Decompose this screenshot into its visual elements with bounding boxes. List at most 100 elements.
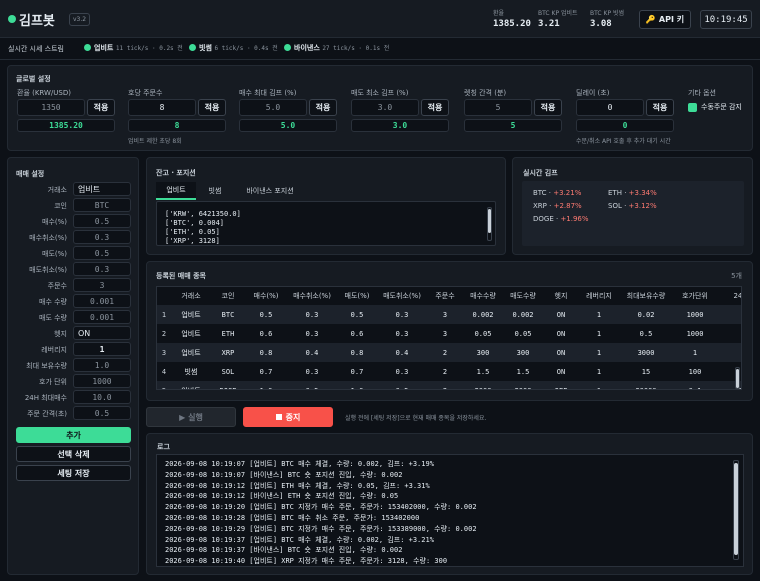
table-cell: 300 [503, 343, 543, 362]
table-row[interactable]: 3업비트XRP0.80.40.80.42300300ON130001300 [157, 343, 741, 362]
column-header[interactable]: 매수(%) [245, 287, 287, 305]
trade-field-input[interactable]: 0.3 [73, 262, 131, 276]
delete-selected-button[interactable]: 선택 삭제 [16, 446, 131, 462]
scroll-thumb[interactable] [734, 463, 738, 555]
start-button[interactable]: ▶ 실행 [146, 407, 236, 427]
stream-name: 빗썸 [199, 44, 212, 52]
table-cell: 0.6 [350, 329, 364, 338]
scroll-thumb[interactable] [488, 209, 491, 233]
column-header[interactable]: 최대보유수량 [619, 287, 673, 305]
sell-min-kimp-current: 3.0 [351, 119, 449, 132]
table-cell: 0.4 [377, 343, 427, 362]
top-header: 김프봇 v3.2 환율 1385.20 BTC KP 업비트 3.21 BTC … [0, 0, 760, 38]
column-header[interactable]: 매수수량 [463, 287, 503, 305]
trade-field-input[interactable]: 0.3 [73, 230, 131, 244]
apply-button[interactable]: 적용 [534, 99, 562, 116]
apply-button[interactable]: 적용 [87, 99, 115, 116]
trade-field-input[interactable]: 1.0 [73, 358, 131, 372]
table-row[interactable]: 4빗썸SOL0.70.30.70.321.51.5ON11510015 [157, 362, 741, 381]
column-header[interactable] [157, 287, 171, 305]
log-text-area[interactable]: 2026-09-08 10:19:07 [업비트] BTC 매수 체결, 수량:… [156, 454, 744, 567]
column-header[interactable]: 매도수량 [503, 287, 543, 305]
apply-button[interactable]: 적용 [646, 99, 674, 116]
table-cell: 0.3 [395, 367, 409, 376]
version-badge: v3.2 [69, 13, 91, 26]
trade-field-input[interactable]: 0.5 [73, 214, 131, 228]
save-settings-button[interactable]: 세팅 저장 [16, 465, 131, 481]
balance-text-area[interactable]: ['KRW', 6421350.0] ['BTC', 0.004] ['ETH', … [156, 201, 496, 246]
trade-field-input[interactable]: 0.5 [73, 406, 131, 420]
column-header[interactable]: 매도취소(%) [377, 287, 427, 305]
trade-field-label: 헷지 [54, 330, 67, 338]
apply-button[interactable]: 적용 [198, 99, 226, 116]
table-row[interactable]: 5업비트DOGE1.00.51.00.5220002000OFF1200000.… [157, 381, 741, 389]
buy-max-kimp-input[interactable]: 5.0 [239, 99, 307, 116]
orders-scrollbar[interactable] [735, 367, 740, 389]
table-row[interactable]: 2 업비트 ETH 0.6 0.3 0.6 0.3 3 0.05 0.05 ON 1 0.5 1000 0. [157, 324, 741, 343]
stop-button[interactable]: 중지 [243, 407, 333, 427]
table-cell: ON [556, 367, 566, 376]
tab-bithumb[interactable]: 빗썸 [200, 182, 230, 200]
trade-field-input[interactable]: 1000 [73, 374, 131, 388]
trade-field-label: 매수 수량 [39, 298, 67, 306]
app-title: 김프봇 [19, 14, 55, 29]
table-cell: 1 [673, 343, 717, 362]
header-stat-rate: 환율 1385.20 [493, 8, 531, 29]
tab-upbit[interactable]: 업비트 [156, 182, 196, 200]
log-scrollbar[interactable] [733, 460, 739, 560]
table-cell: 0.002 [463, 305, 503, 324]
trade-field-label: 주문수 [47, 282, 67, 290]
table-cell: 20000 [619, 381, 673, 389]
field-label: 매수 최대 김프 (%) [239, 89, 297, 97]
column-header[interactable]: 헷지 [543, 287, 579, 305]
add-button[interactable]: 추가 [16, 427, 131, 443]
key-icon: 🔑 [645, 15, 656, 24]
balance-scrollbar[interactable] [487, 207, 492, 241]
panel-title: 등록된 매매 종목 [156, 272, 206, 280]
api-key-button[interactable]: 🔑 API 키 [639, 10, 691, 29]
column-header[interactable]: 레버리지 [579, 287, 619, 305]
trade-field-label: 매도취소(%) [29, 266, 67, 274]
fetch-interval-input[interactable]: 5 [464, 99, 532, 116]
column-header[interactable]: 주문수 [427, 287, 463, 305]
table-cell: OFF [543, 381, 579, 389]
trade-field-input[interactable]: 0.5 [73, 246, 131, 260]
manual-order-checkbox[interactable]: 수동주문 감지 [688, 102, 742, 112]
trade-field-label: 호가 단위 [39, 378, 67, 386]
field-note: 업비트 제한 초당 8회 [128, 138, 182, 145]
stream-upbit: 업비트 11 tick/s · 0.2s 전 [84, 43, 183, 53]
tab-binance-position[interactable]: 바이낸스 포지션 [234, 182, 306, 200]
table-row[interactable]: 1 업비트 BTC 0.5 0.3 0.5 0.3 3 0.002 0.002 ON 1 0.02 100… [157, 305, 741, 324]
trade-field-input[interactable]: 10.0 [73, 390, 131, 404]
apply-button[interactable]: 적용 [421, 99, 449, 116]
header-stat-upbit-kp: BTC KP 업비트 3.21 [538, 8, 578, 29]
delay-input[interactable]: 0 [576, 99, 644, 116]
table-cell: 2000 [503, 381, 543, 389]
rate-input[interactable]: 1350 [17, 99, 85, 116]
column-header[interactable]: 코인 [211, 287, 245, 305]
table-cell: 업비트 [171, 381, 211, 389]
sell-min-kimp-input[interactable]: 3.0 [351, 99, 419, 116]
column-header[interactable]: 24H최대 [717, 287, 741, 305]
table-cell: 1 [579, 381, 619, 389]
apply-button[interactable]: 적용 [309, 99, 337, 116]
table-cell: 0.1 [673, 381, 717, 389]
column-header[interactable]: 매도(%) [337, 287, 377, 305]
trade-field-input[interactable]: 1 [73, 342, 131, 356]
trade-field-input[interactable]: 업비트 [73, 182, 131, 196]
table-cell: 0. [717, 324, 741, 343]
scroll-thumb[interactable] [736, 369, 739, 388]
kimp-coin: XRP [533, 202, 547, 210]
trade-field-input[interactable]: 3 [73, 278, 131, 292]
table-cell: 0.8 [245, 343, 287, 362]
trade-field-input[interactable]: ON [73, 326, 131, 340]
trade-field-input[interactable]: 0.001 [73, 310, 131, 324]
header-stat-label: 환율 [493, 10, 505, 17]
trade-field-input[interactable]: BTC [73, 198, 131, 212]
column-header[interactable]: 호가단위 [673, 287, 717, 305]
column-header[interactable]: 거래소 [171, 287, 211, 305]
kimp-coin: ETH [608, 189, 622, 197]
orders-per-sec-input[interactable]: 8 [128, 99, 196, 116]
trade-field-input[interactable]: 0.001 [73, 294, 131, 308]
column-header[interactable]: 매수취소(%) [287, 287, 337, 305]
